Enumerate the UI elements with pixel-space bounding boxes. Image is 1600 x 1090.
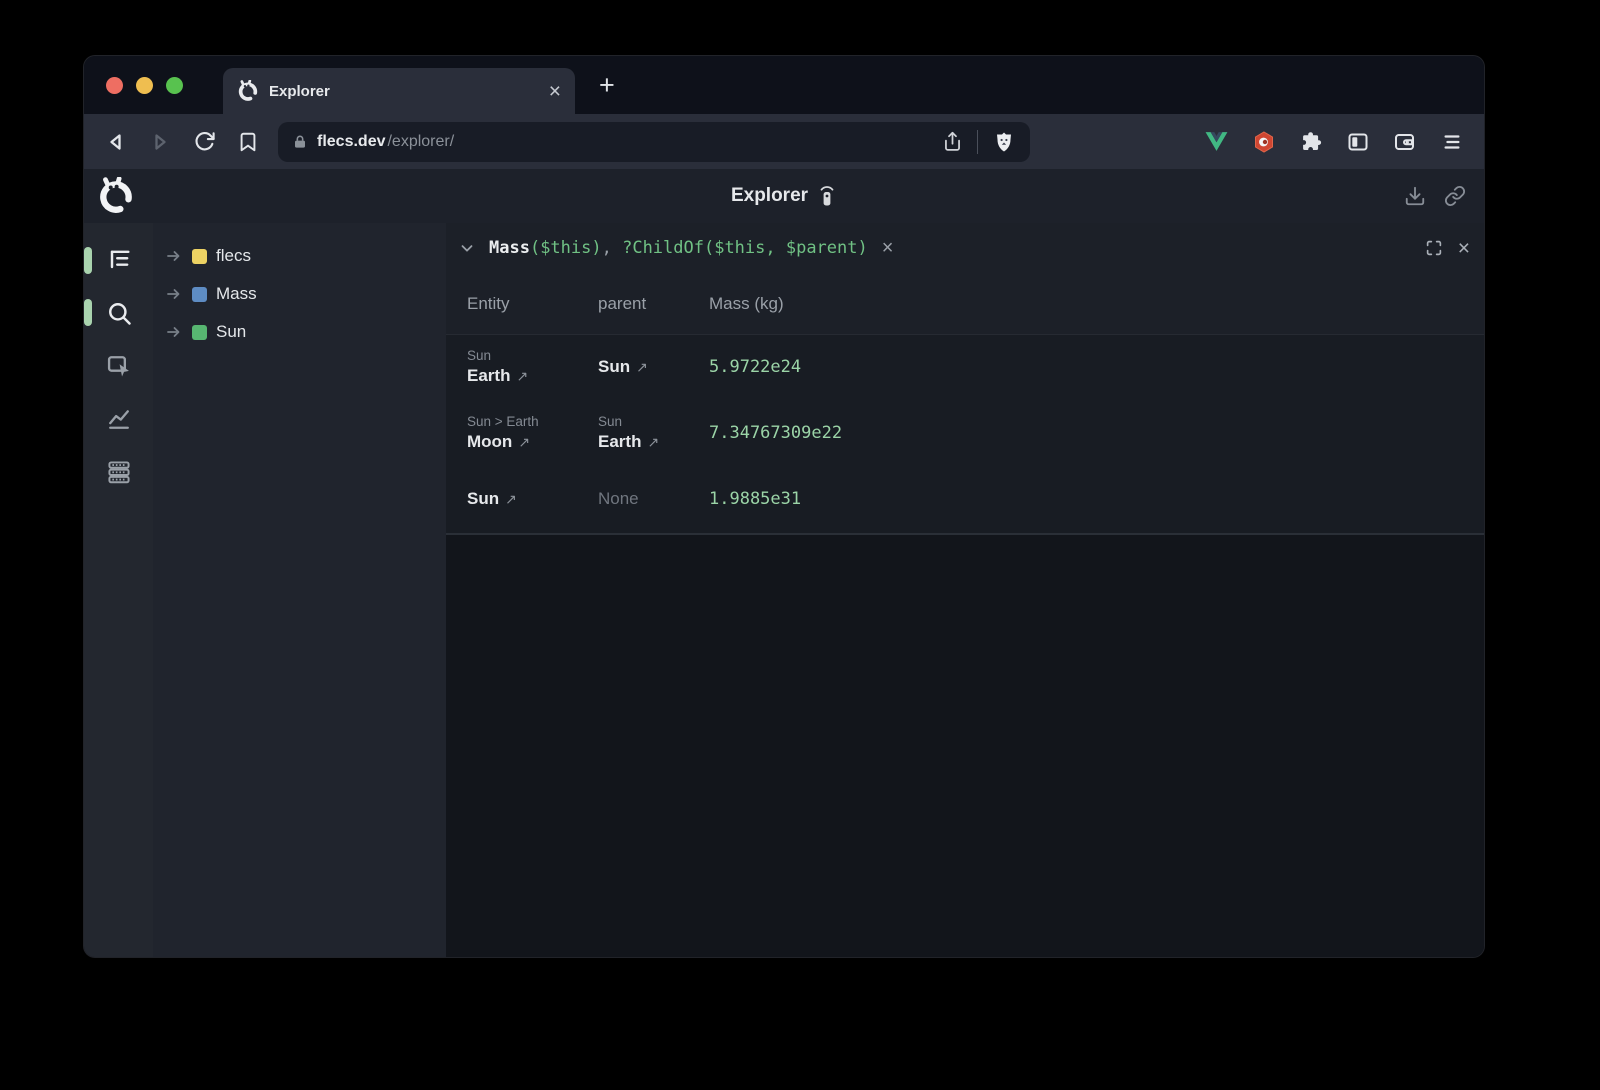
mass-value: 7.34767309e22 <box>709 423 1484 443</box>
column-mass: Mass (kg) <box>709 294 1484 314</box>
external-link-icon: ↗ <box>516 368 528 385</box>
extensions-puzzle-icon[interactable] <box>1298 129 1323 154</box>
external-link-icon: ↗ <box>518 434 530 451</box>
active-indicator-search <box>84 299 92 326</box>
hexagon-extension-icon[interactable] <box>1251 129 1276 154</box>
column-parent: parent <box>598 294 709 314</box>
divider <box>977 130 978 154</box>
forward-button[interactable] <box>146 128 174 156</box>
sidebar-icon-rail <box>84 223 153 957</box>
query-term-args: ($this) <box>530 238 602 258</box>
link-icon[interactable] <box>1444 185 1466 207</box>
query-panel: Mass($this), ?ChildOf($this, $parent) × … <box>446 223 1484 957</box>
tab-bar: Explorer × + <box>84 56 1484 114</box>
page-title: Explorer <box>731 185 808 207</box>
query-term-mass: Mass <box>489 238 530 258</box>
external-link-icon: ↗ <box>505 491 517 508</box>
url-path: /explorer/ <box>387 133 454 151</box>
new-tab-button[interactable]: + <box>599 72 615 99</box>
tree-item-flecs[interactable]: flecs <box>153 237 446 275</box>
entity-color-swatch <box>192 287 207 302</box>
table-rows: Sun Earth ↗ Sun ↗ <box>446 335 1484 535</box>
active-indicator-tree <box>84 247 92 274</box>
query-separator: , <box>602 238 622 258</box>
explorer-header: Explorer <box>84 169 1484 223</box>
tree-item-label: Sun <box>216 322 246 342</box>
panel-close-icon[interactable]: × <box>1458 238 1470 259</box>
entity-link[interactable]: Earth <box>467 366 510 386</box>
sidebar-toggle-icon[interactable] <box>1345 129 1370 154</box>
table-row: Sun ↗ None 1.9885e31 <box>446 467 1484 533</box>
share-icon[interactable] <box>942 131 963 152</box>
mass-value: 1.9885e31 <box>709 489 1484 509</box>
entity-color-swatch <box>192 325 207 340</box>
tab-close-icon[interactable]: × <box>549 81 561 102</box>
vue-devtools-icon[interactable] <box>1204 129 1229 154</box>
tab-title: Explorer <box>269 83 539 100</box>
close-window-button[interactable] <box>106 77 123 94</box>
sidebar-stats-button[interactable] <box>102 402 136 436</box>
download-icon[interactable] <box>1404 185 1426 207</box>
sidebar-inspect-button[interactable] <box>102 349 136 383</box>
tree-item-label: flecs <box>216 246 251 266</box>
sidebar-search-button[interactable] <box>102 296 136 330</box>
url-bar[interactable]: flecs.dev /explorer/ <box>278 122 1030 162</box>
fullscreen-icon[interactable] <box>1425 239 1443 257</box>
reload-button[interactable] <box>190 128 218 156</box>
sidebar-tree-button[interactable] <box>102 243 136 277</box>
table-header: Entity parent Mass (kg) <box>446 273 1484 335</box>
url-domain: flecs.dev <box>317 133 385 151</box>
lock-icon <box>292 134 308 150</box>
tree-item-label: Mass <box>216 284 257 304</box>
query-bar: Mass($this), ?ChildOf($this, $parent) × … <box>446 223 1484 273</box>
expand-arrow-icon[interactable] <box>166 326 183 338</box>
column-entity: Entity <box>467 294 598 314</box>
table-row: Sun Earth ↗ Sun ↗ <box>446 335 1484 401</box>
menu-icon[interactable] <box>1439 129 1464 154</box>
mass-value: 5.9722e24 <box>709 357 1484 377</box>
query-expression[interactable]: Mass($this), ?ChildOf($this, $parent) <box>489 238 868 258</box>
entity-path: Sun <box>467 348 598 363</box>
entity-color-swatch <box>192 249 207 264</box>
expand-arrow-icon[interactable] <box>166 250 183 262</box>
entity-path: Sun > Earth <box>467 414 598 429</box>
screen: Explorer × + flecs.dev <box>0 0 1600 1090</box>
extension-icons <box>1204 129 1464 154</box>
navigation-bar: flecs.dev /explorer/ <box>84 114 1484 169</box>
parent-none: None <box>598 489 639 509</box>
query-clear-icon[interactable]: × <box>882 238 894 258</box>
chevron-down-icon[interactable] <box>458 239 476 257</box>
tab-explorer[interactable]: Explorer × <box>223 68 575 114</box>
wallet-icon[interactable] <box>1392 129 1417 154</box>
page-body: flecs Mass Sun <box>84 223 1484 957</box>
bookmark-icon[interactable] <box>234 128 262 156</box>
tree-item-sun[interactable]: Sun <box>153 313 446 351</box>
external-link-icon: ↗ <box>636 359 648 376</box>
sidebar-memory-button[interactable] <box>102 455 136 489</box>
entity-link[interactable]: Moon <box>467 432 512 452</box>
entity-link[interactable]: Sun <box>467 489 499 509</box>
remote-connection-icon[interactable] <box>817 185 837 207</box>
parent-link[interactable]: Sun <box>598 357 630 377</box>
traffic-lights <box>84 56 183 114</box>
minimize-window-button[interactable] <box>136 77 153 94</box>
flecs-logo-icon[interactable] <box>97 177 135 215</box>
results-empty-area <box>446 535 1484 957</box>
back-button[interactable] <box>102 128 130 156</box>
flecs-favicon-icon <box>237 80 259 102</box>
parent-link[interactable]: Earth <box>598 432 641 452</box>
table-row: Sun > Earth Moon ↗ Sun Earth ↗ <box>446 401 1484 467</box>
maximize-window-button[interactable] <box>166 77 183 94</box>
query-term-childof: ?ChildOf($this, $parent) <box>622 238 868 258</box>
brave-shield-icon[interactable] <box>992 130 1016 154</box>
parent-path: Sun <box>598 414 709 429</box>
external-link-icon: ↗ <box>647 434 659 451</box>
expand-arrow-icon[interactable] <box>166 288 183 300</box>
entity-tree-panel: flecs Mass Sun <box>153 223 446 957</box>
browser-window: Explorer × + flecs.dev <box>83 55 1485 958</box>
tree-item-mass[interactable]: Mass <box>153 275 446 313</box>
